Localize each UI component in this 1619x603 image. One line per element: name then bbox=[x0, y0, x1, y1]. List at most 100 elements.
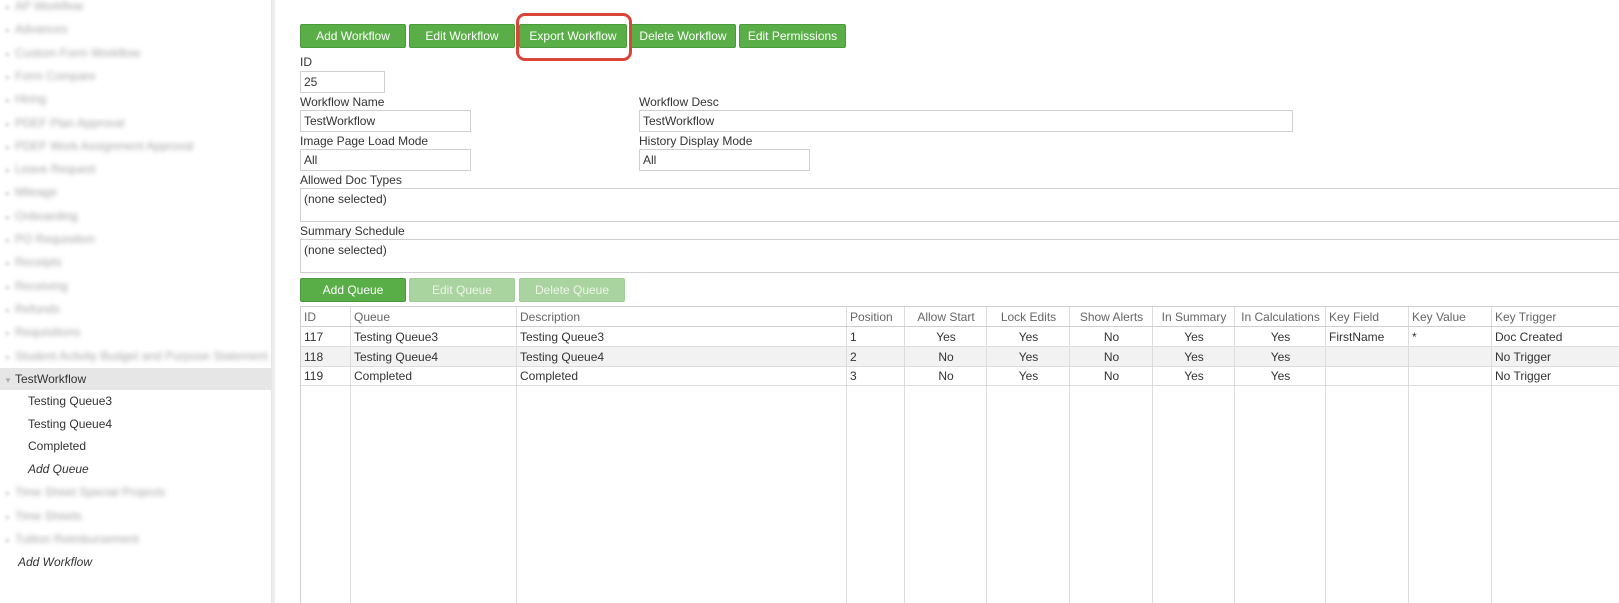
tree-item-label: Custom Form Workflow bbox=[15, 46, 141, 60]
add-workflow-link[interactable]: Add Workflow bbox=[0, 551, 272, 573]
table-cell: Yes bbox=[1270, 330, 1291, 344]
expand-arrow-icon[interactable]: ▸ bbox=[1, 276, 15, 297]
tree-item-workflow[interactable]: ▸ Receipts bbox=[0, 251, 272, 273]
column-header[interactable]: ID bbox=[301, 307, 351, 327]
expand-arrow-icon[interactable]: ▸ bbox=[1, 66, 15, 87]
tree-item-workflow[interactable]: ▸ Receiving bbox=[0, 275, 272, 297]
add-workflow-button[interactable]: Add Workflow bbox=[300, 24, 406, 48]
column-header[interactable]: Key Trigger bbox=[1492, 307, 1619, 327]
column-header[interactable]: In Calculations bbox=[1235, 307, 1326, 327]
expand-arrow-icon[interactable]: ▸ bbox=[1, 252, 15, 273]
collapse-arrow-icon[interactable]: ▾ bbox=[1, 369, 15, 390]
sidebar-divider[interactable] bbox=[272, 0, 275, 603]
column-header[interactable]: Position bbox=[847, 307, 905, 327]
edit-queue-button[interactable]: Edit Queue bbox=[409, 278, 515, 302]
tree-item-workflow[interactable]: ▸ PDEF Plan Approval bbox=[0, 112, 272, 134]
column-header[interactable]: In Summary bbox=[1153, 307, 1235, 327]
expand-arrow-icon[interactable]: ▸ bbox=[1, 299, 15, 320]
column-header[interactable]: Show Alerts bbox=[1070, 307, 1153, 327]
tree-item-queue[interactable]: Testing Queue3 bbox=[0, 390, 272, 412]
summary-schedule-multiselect[interactable]: (none selected) bbox=[300, 239, 1619, 273]
expand-arrow-icon[interactable]: ▸ bbox=[1, 136, 15, 157]
table-cell: No bbox=[1103, 349, 1120, 364]
tree-item-workflow[interactable]: ▸ PO Requisition bbox=[0, 228, 272, 250]
tree-item-workflow[interactable]: ▸ PDEF Work Assignment Approval bbox=[0, 135, 272, 157]
expand-arrow-icon[interactable]: ▸ bbox=[1, 89, 15, 110]
delete-queue-button[interactable]: Delete Queue bbox=[519, 278, 625, 302]
export-workflow-button[interactable]: Export Workflow bbox=[519, 24, 627, 48]
column-header[interactable]: Key Field bbox=[1326, 307, 1409, 327]
tree-item-workflow[interactable]: ▸ Form Compare bbox=[0, 65, 272, 87]
tree-item-label: Tuition Reimbursement bbox=[15, 532, 139, 546]
tree-item-workflow[interactable]: ▸ Onboarding bbox=[0, 205, 272, 227]
expand-arrow-icon[interactable]: ▸ bbox=[1, 159, 15, 180]
tree-item-workflow[interactable]: ▸ Time Sheet Special Projects bbox=[0, 481, 272, 503]
tree-item-queue[interactable]: Testing Queue4 bbox=[0, 413, 272, 435]
tree-item-workflow[interactable]: ▸ AP Workflow bbox=[0, 0, 272, 17]
table-cell: No Trigger bbox=[1495, 349, 1552, 364]
tree-item-label: Add Workflow bbox=[18, 555, 93, 569]
tree-item-label: Add Queue bbox=[28, 462, 89, 476]
tree-item-workflow[interactable]: ▸ Hiring bbox=[0, 88, 272, 110]
column-header[interactable]: Allow Start bbox=[905, 307, 987, 327]
tree-item-workflow[interactable]: ▸ Refunds bbox=[0, 298, 272, 320]
table-cell: 3 bbox=[850, 369, 857, 383]
table-cell: Doc Created bbox=[1495, 330, 1563, 344]
image-page-load-mode-label: Image Page Load Mode bbox=[300, 134, 429, 148]
add-queue-link[interactable]: Add Queue bbox=[0, 458, 272, 480]
delete-workflow-button[interactable]: Delete Workflow bbox=[630, 24, 736, 48]
tree-item-label: Receipts bbox=[15, 255, 62, 269]
expand-arrow-icon[interactable]: ▸ bbox=[1, 0, 15, 17]
edit-permissions-button[interactable]: Edit Permissions bbox=[739, 24, 846, 48]
expand-arrow-icon[interactable]: ▸ bbox=[1, 19, 15, 40]
column-header[interactable]: Description bbox=[517, 307, 847, 327]
table-cell: Yes bbox=[1018, 330, 1039, 344]
expand-arrow-icon[interactable]: ▸ bbox=[1, 506, 15, 527]
allowed-doc-types-multiselect[interactable]: (none selected) bbox=[300, 188, 1619, 222]
tree-item-label: PO Requisition bbox=[15, 232, 96, 246]
tree-item-workflow[interactable]: ▸ Mileage bbox=[0, 181, 272, 203]
tree-item-workflow[interactable]: ▸ Advances bbox=[0, 18, 272, 40]
tree-item-label: Hiring bbox=[15, 92, 47, 106]
edit-workflow-button[interactable]: Edit Workflow bbox=[409, 24, 515, 48]
tree-item-label: Leave Request bbox=[15, 162, 96, 176]
expand-arrow-icon[interactable]: ▸ bbox=[1, 322, 15, 343]
add-queue-button[interactable]: Add Queue bbox=[300, 278, 406, 302]
tree-item-label: Completed bbox=[28, 439, 87, 453]
id-label: ID bbox=[300, 55, 312, 69]
column-header[interactable]: Key Value bbox=[1409, 307, 1492, 327]
column-header[interactable]: Queue bbox=[351, 307, 517, 327]
workflow-name-field[interactable]: TestWorkflow bbox=[300, 110, 471, 132]
allowed-doc-types-label: Allowed Doc Types bbox=[300, 173, 402, 187]
tree-item-workflow[interactable]: ▸ Student Activity Budget and Purpose Sta… bbox=[0, 345, 272, 367]
id-field[interactable]: 25 bbox=[300, 71, 385, 93]
expand-arrow-icon[interactable]: ▸ bbox=[1, 346, 15, 367]
expand-arrow-icon[interactable]: ▸ bbox=[1, 482, 15, 503]
tree-item-workflow[interactable]: ▸ Time Sheets bbox=[0, 505, 272, 527]
history-display-mode-label: History Display Mode bbox=[639, 134, 753, 148]
table-cell: No bbox=[1103, 369, 1120, 383]
tree-item-workflow[interactable]: ▸ Custom Form Workflow bbox=[0, 42, 272, 64]
table-cell: 118 bbox=[304, 349, 324, 364]
tree-item-workflow[interactable]: ▸ Leave Request bbox=[0, 158, 272, 180]
table-cell bbox=[1326, 347, 1409, 367]
history-display-mode-select[interactable]: All bbox=[639, 149, 810, 171]
expand-arrow-icon[interactable]: ▸ bbox=[1, 206, 15, 227]
table-cell: Testing Queue4 bbox=[354, 349, 439, 364]
tree-item-testworkflow[interactable]: ▾ TestWorkflow bbox=[0, 368, 272, 390]
image-page-load-mode-select[interactable]: All bbox=[300, 149, 471, 171]
tree-item-queue[interactable]: Completed bbox=[0, 435, 272, 457]
tree-item-label: Form Compare bbox=[15, 69, 96, 83]
expand-arrow-icon[interactable]: ▸ bbox=[1, 182, 15, 203]
expand-arrow-icon[interactable]: ▸ bbox=[1, 113, 15, 134]
table-cell: 117 bbox=[304, 330, 324, 344]
expand-arrow-icon[interactable]: ▸ bbox=[1, 529, 15, 550]
tree-item-workflow[interactable]: ▸ Tuition Reimbursement bbox=[0, 528, 272, 550]
workflow-desc-field[interactable]: TestWorkflow bbox=[639, 110, 1293, 132]
table-cell: Yes bbox=[1018, 349, 1039, 364]
tree-item-workflow[interactable]: ▸ Requisitions bbox=[0, 321, 272, 343]
expand-arrow-icon[interactable]: ▸ bbox=[1, 43, 15, 64]
table-cell: Yes bbox=[936, 330, 956, 344]
column-header[interactable]: Lock Edits bbox=[987, 307, 1070, 327]
expand-arrow-icon[interactable]: ▸ bbox=[1, 229, 15, 250]
